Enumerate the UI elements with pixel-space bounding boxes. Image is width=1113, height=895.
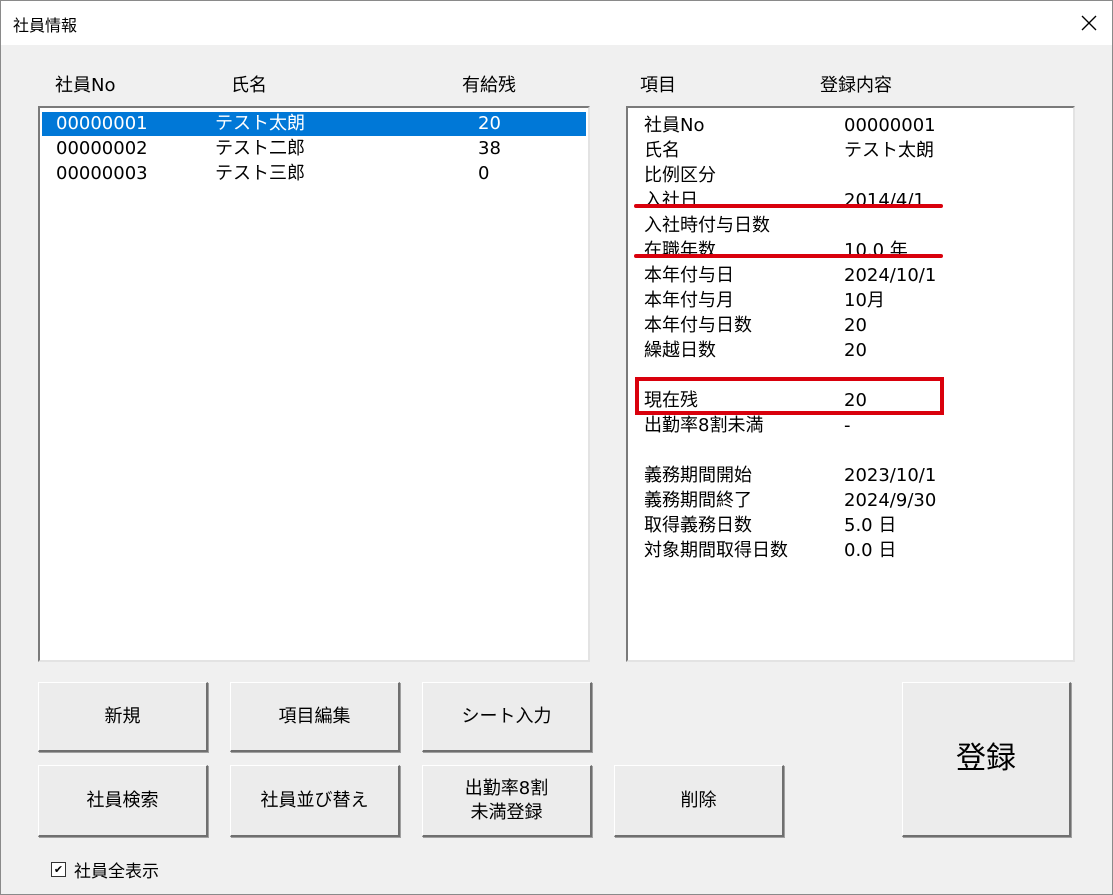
detail-value: 2014/4/1 — [844, 190, 925, 211]
show-all-employees-checkbox[interactable]: ✔ 社員全表示 — [51, 857, 159, 882]
employee-list[interactable]: 00000001 テスト太朗 20 00000002 テスト二郎 38 0000… — [38, 106, 590, 662]
detail-row: 比例区分 — [628, 163, 1068, 188]
detail-key: 入社時付与日数 — [644, 215, 770, 236]
detail-header-item: 項目 — [640, 75, 676, 96]
detail-key: 本年付与日数 — [644, 315, 752, 336]
detail-key: 在職年数 — [644, 240, 716, 261]
detail-row: 義務期間終了 2024/9/30 — [628, 488, 1068, 513]
detail-row: 取得義務日数 5.0 日 — [628, 513, 1068, 538]
close-button[interactable] — [1066, 1, 1112, 45]
detail-key: 対象期間取得日数 — [644, 540, 788, 561]
row-remaining: 20 — [478, 113, 501, 134]
detail-row: 入社時付与日数 — [628, 213, 1068, 238]
detail-key: 義務期間開始 — [644, 465, 752, 486]
employee-search-button[interactable]: 社員検索 — [38, 765, 208, 837]
title-bar: 社員情報 — [1, 1, 1112, 45]
detail-key: 氏名 — [644, 140, 680, 161]
detail-key: 社員No — [644, 115, 705, 136]
detail-row: 対象期間取得日数 0.0 日 — [628, 538, 1068, 563]
annotation-box-current-balance — [635, 377, 944, 415]
checkbox-box[interactable]: ✔ — [51, 862, 66, 877]
table-row[interactable]: 00000003 テスト三郎 0 — [42, 162, 586, 186]
detail-key: 義務期間終了 — [644, 490, 752, 511]
detail-key: 入社日 — [644, 190, 698, 211]
detail-row: 本年付与月 10月 — [628, 288, 1068, 313]
detail-value: - — [844, 415, 851, 436]
detail-header-content: 登録内容 — [820, 75, 892, 96]
row-remaining: 38 — [478, 138, 501, 159]
check-mark-icon: ✔ — [53, 863, 64, 876]
detail-value: テスト太朗 — [844, 140, 934, 161]
annotation-underline-years-employed — [634, 254, 943, 258]
table-row[interactable]: 00000001 テスト太朗 20 — [42, 112, 586, 136]
detail-value: 00000001 — [844, 115, 936, 136]
detail-value: 2024/10/1 — [844, 265, 937, 286]
attendance-register-button[interactable]: 出勤率8割 未満登録 — [422, 765, 592, 837]
employee-sort-button[interactable]: 社員並び替え — [230, 765, 400, 837]
window-title: 社員情報 — [13, 16, 78, 35]
detail-key: 繰越日数 — [644, 340, 716, 361]
detail-row: 入社日 2014/4/1 — [628, 188, 1068, 213]
row-employee-name: テスト二郎 — [215, 138, 305, 159]
detail-value: 20 — [844, 340, 867, 361]
delete-button[interactable]: 削除 — [614, 765, 784, 837]
edit-items-button[interactable]: 項目編集 — [230, 682, 400, 752]
close-icon — [1081, 15, 1097, 31]
detail-row: 出勤率8割未満 - — [628, 413, 1068, 438]
detail-value: 10.0 年 — [844, 240, 908, 261]
list-header-no: 社員No — [55, 75, 116, 96]
detail-key: 本年付与日 — [644, 265, 734, 286]
row-employee-name: テスト三郎 — [215, 163, 305, 184]
employee-info-window: 社員情報 社員No 氏名 有給残 00000001 テスト太朗 20 00000… — [0, 0, 1113, 895]
detail-row: 本年付与日 2024/10/1 — [628, 263, 1068, 288]
detail-row: 氏名 テスト太朗 — [628, 138, 1068, 163]
show-all-label: 社員全表示 — [74, 862, 159, 882]
detail-key: 出勤率8割未満 — [644, 415, 764, 436]
register-button[interactable]: 登録 — [902, 682, 1071, 837]
detail-row: 繰越日数 20 — [628, 338, 1068, 363]
detail-key: 取得義務日数 — [644, 515, 752, 536]
annotation-underline-hire-date — [634, 204, 943, 208]
detail-value: 0.0 日 — [844, 540, 897, 561]
row-employee-no: 00000001 — [56, 113, 148, 134]
detail-row — [628, 438, 1068, 463]
detail-value: 2024/9/30 — [844, 490, 937, 511]
table-row[interactable]: 00000002 テスト二郎 38 — [42, 137, 586, 161]
row-remaining: 0 — [478, 163, 490, 184]
detail-row: 社員No 00000001 — [628, 113, 1068, 138]
sheet-input-button[interactable]: シート入力 — [422, 682, 592, 752]
list-header-name: 氏名 — [231, 75, 267, 96]
row-employee-name: テスト太朗 — [215, 113, 305, 134]
detail-value: 10月 — [844, 290, 885, 311]
detail-key: 比例区分 — [644, 165, 716, 186]
detail-value: 5.0 日 — [844, 515, 897, 536]
new-button[interactable]: 新規 — [38, 682, 208, 752]
detail-row: 義務期間開始 2023/10/1 — [628, 463, 1068, 488]
row-employee-no: 00000003 — [56, 163, 148, 184]
detail-row: 在職年数 10.0 年 — [628, 238, 1068, 263]
detail-row: 本年付与日数 20 — [628, 313, 1068, 338]
list-header-remaining: 有給残 — [462, 75, 516, 96]
detail-key: 本年付与月 — [644, 290, 734, 311]
detail-value: 2023/10/1 — [844, 465, 937, 486]
row-employee-no: 00000002 — [56, 138, 148, 159]
detail-value: 20 — [844, 315, 867, 336]
